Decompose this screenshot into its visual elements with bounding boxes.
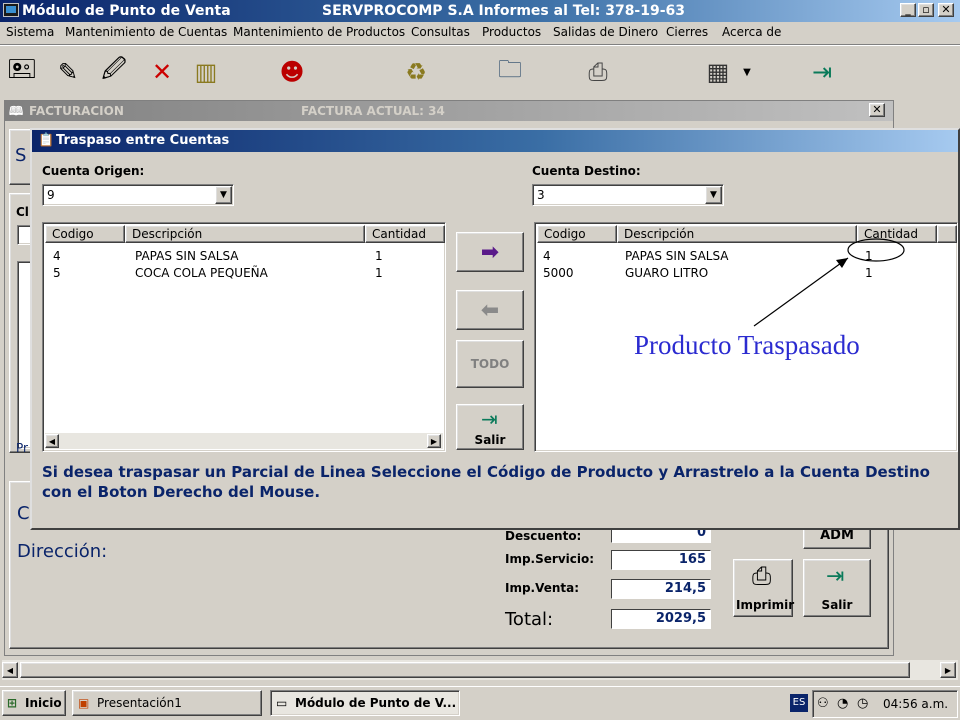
annotation-label: Producto Traspasado xyxy=(634,330,860,360)
system-tray: ⚇ ◔ ◷ 04:56 a.m. xyxy=(812,690,958,718)
task-modulo-label: Módulo de Punto de V... xyxy=(295,696,457,710)
clock-time: 04:56 a.m. xyxy=(883,697,949,711)
volume-icon[interactable]: ◔ xyxy=(837,696,848,711)
language-indicator[interactable]: ES xyxy=(790,694,808,712)
clock-icon[interactable]: ◷ xyxy=(857,696,868,711)
network-icon[interactable]: ⚇ xyxy=(817,696,829,711)
task-presentacion[interactable]: ▣ Presentación1 xyxy=(72,690,262,716)
task-modulo[interactable]: ▭ Módulo de Punto de V... xyxy=(270,690,460,716)
app-window-icon: ▭ xyxy=(276,696,288,710)
task-presentacion-label: Presentación1 xyxy=(97,696,182,710)
taskbar: ⊞ Inicio ▣ Presentación1 ▭ Módulo de Pun… xyxy=(0,686,960,720)
powerpoint-icon: ▣ xyxy=(78,696,90,710)
arrow-head xyxy=(836,258,848,268)
start-label: Inicio xyxy=(25,696,62,710)
windows-logo-icon: ⊞ xyxy=(7,696,18,710)
annotation-arrow xyxy=(753,257,849,327)
start-button[interactable]: ⊞ Inicio xyxy=(2,690,66,716)
highlight-ellipse xyxy=(847,238,905,262)
